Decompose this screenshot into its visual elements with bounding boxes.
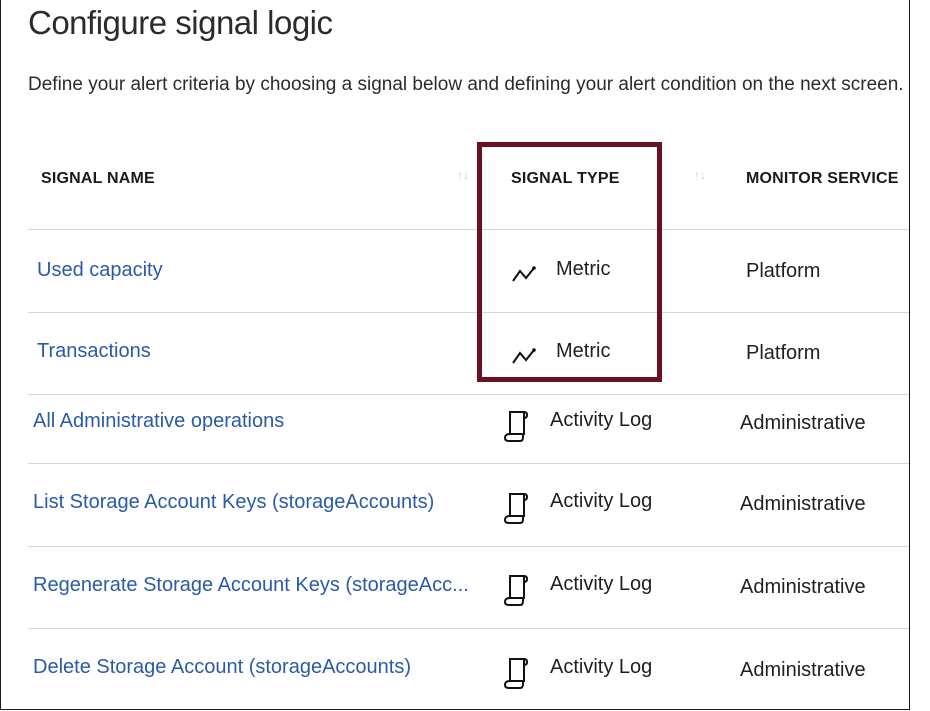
- signal-name-link[interactable]: Delete Storage Account (storageAccounts): [33, 656, 411, 679]
- table-row[interactable]: Used capacity Metric Platform: [1, 230, 909, 310]
- table-row[interactable]: List Storage Account Keys (storageAccoun…: [1, 464, 909, 544]
- column-header-monitor-service[interactable]: MONITOR SERVICE: [746, 170, 899, 188]
- monitor-service-label: Platform: [746, 342, 821, 364]
- activity-log-icon: [503, 573, 529, 612]
- table-row[interactable]: Regenerate Storage Account Keys (storage…: [1, 547, 909, 627]
- signal-name-link[interactable]: All Administrative operations: [33, 410, 284, 433]
- monitor-service-label: Platform: [746, 260, 821, 282]
- signal-name-link[interactable]: Used capacity: [37, 259, 163, 282]
- monitor-service-label: Administrative: [740, 576, 866, 598]
- column-header-signal-name[interactable]: SIGNAL NAME: [41, 170, 155, 188]
- metric-icon: [511, 346, 539, 371]
- page-title: Configure signal logic: [28, 4, 333, 41]
- sort-icon[interactable]: ↑↓: [457, 168, 469, 182]
- signal-type-label: Metric: [556, 340, 611, 362]
- signal-type-label: Metric: [556, 258, 611, 280]
- monitor-service-label: Administrative: [740, 659, 866, 681]
- activity-log-icon: [503, 656, 529, 695]
- page-description: Define your alert criteria by choosing a…: [28, 74, 904, 95]
- metric-icon: [511, 264, 539, 289]
- column-header-signal-type[interactable]: SIGNAL TYPE: [511, 170, 620, 188]
- signal-name-link[interactable]: Transactions: [37, 340, 151, 363]
- activity-log-icon: [503, 409, 529, 448]
- monitor-service-label: Administrative: [740, 412, 866, 434]
- table-row[interactable]: Delete Storage Account (storageAccounts)…: [1, 629, 909, 709]
- signal-name-link[interactable]: List Storage Account Keys (storageAccoun…: [33, 491, 434, 514]
- sort-icon[interactable]: ↑↓: [694, 168, 706, 182]
- signal-type-label: Activity Log: [550, 490, 653, 512]
- table-row[interactable]: Transactions Metric Platform: [1, 313, 909, 393]
- activity-log-icon: [503, 491, 529, 530]
- monitor-service-label: Administrative: [740, 493, 866, 515]
- signal-type-label: Activity Log: [550, 573, 653, 595]
- signal-type-label: Activity Log: [550, 656, 653, 678]
- signal-name-link[interactable]: Regenerate Storage Account Keys (storage…: [33, 574, 469, 597]
- signal-type-label: Activity Log: [550, 409, 653, 431]
- signal-logic-panel: Configure signal logic Define your alert…: [0, 0, 910, 710]
